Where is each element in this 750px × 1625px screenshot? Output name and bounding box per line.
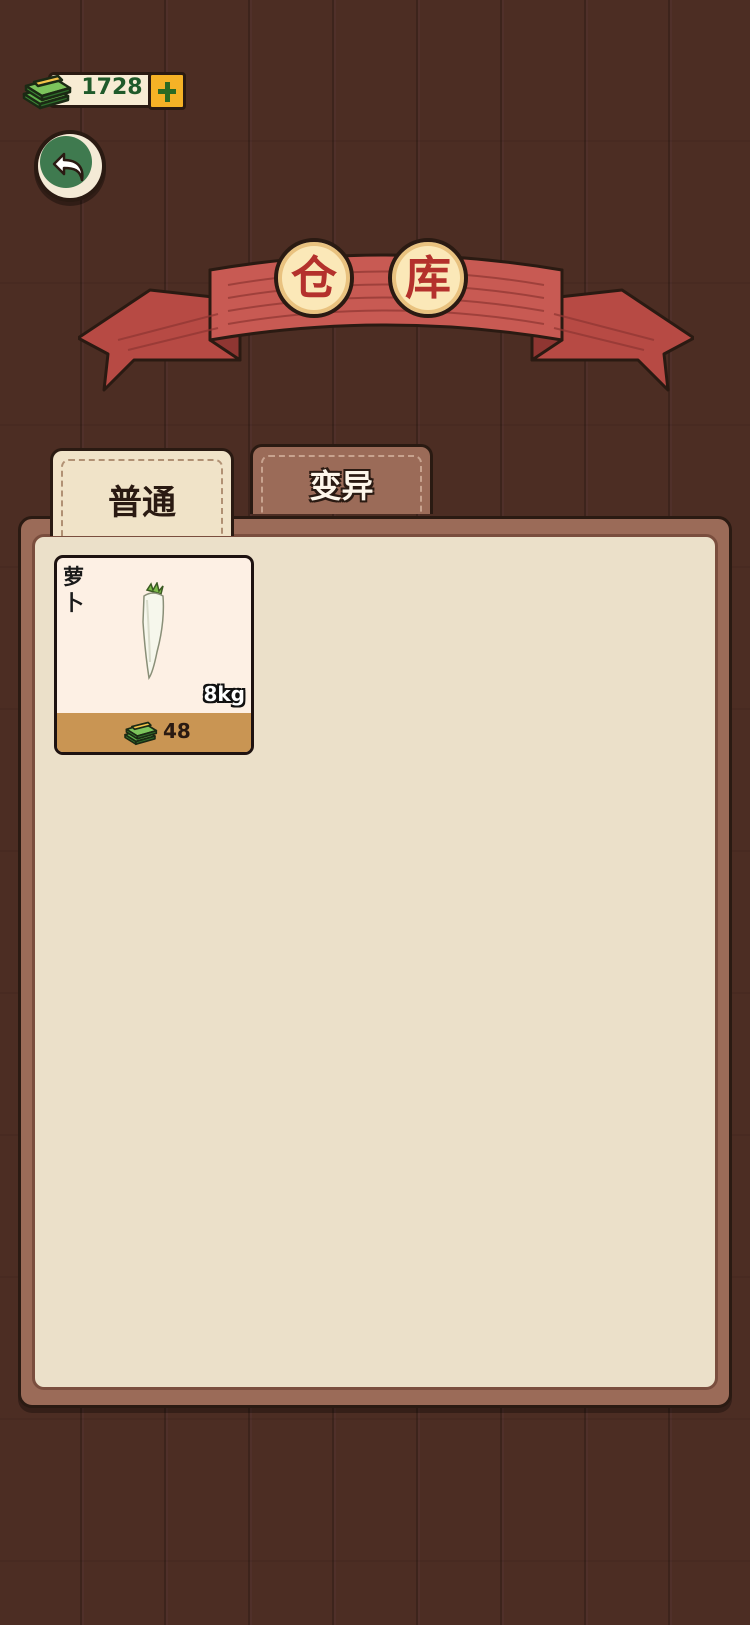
tab-mutant[interactable]: 变异	[250, 444, 433, 514]
inventory-item-card[interactable]: 萝卜 8kg 48	[54, 555, 254, 755]
item-weight: 8kg	[203, 682, 245, 706]
tab-normal-label: 普通	[108, 483, 176, 523]
back-button[interactable]	[34, 130, 106, 202]
title-banner: 仓 库	[78, 230, 694, 410]
tab-mutant-label: 变异	[309, 467, 374, 505]
ribbon-graphic	[78, 253, 694, 392]
back-arrow-icon	[52, 152, 84, 182]
tab-normal[interactable]: 普通	[50, 448, 234, 536]
item-price-bar: 48	[57, 713, 251, 752]
title-char-1: 仓	[274, 238, 354, 318]
currency-bar: 1728	[18, 70, 188, 112]
title-char-2: 库	[388, 238, 468, 318]
currency-value: 1728	[81, 75, 143, 100]
cash-stack-icon	[124, 721, 158, 746]
cash-stack-icon	[22, 74, 72, 110]
white-radish-icon	[142, 582, 165, 681]
item-price: 48	[163, 719, 191, 743]
add-currency-button[interactable]	[148, 72, 186, 110]
item-name: 萝卜	[63, 565, 84, 615]
